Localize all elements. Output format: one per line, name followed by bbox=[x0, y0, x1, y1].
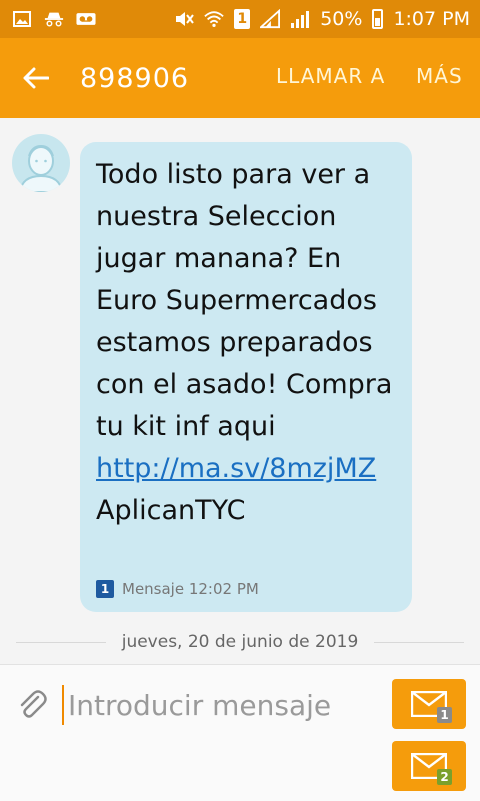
message-text: Todo listo para ver a nuestra Seleccion … bbox=[96, 154, 398, 532]
date-label: jueves, 20 de junio de 2019 bbox=[121, 632, 359, 652]
composer: 1 2 bbox=[0, 664, 480, 801]
message-link[interactable]: http://ma.sv/8mzjMZ bbox=[96, 453, 376, 484]
status-bar: 1 50% 1:07 PM bbox=[0, 0, 480, 38]
contact-avatar[interactable] bbox=[12, 134, 70, 192]
signal-icon bbox=[290, 9, 310, 29]
message-input[interactable] bbox=[68, 683, 378, 727]
message-timestamp: Mensaje 12:02 PM bbox=[122, 580, 259, 598]
divider-line bbox=[374, 641, 464, 643]
date-divider: jueves, 20 de junio de 2019 bbox=[0, 628, 480, 656]
signal-icon bbox=[260, 9, 281, 29]
status-time: 1:07 PM bbox=[393, 8, 470, 30]
text-caret bbox=[62, 685, 64, 725]
attach-icon[interactable] bbox=[16, 689, 48, 721]
sim-number: 1 bbox=[437, 707, 452, 723]
message-body: Todo listo para ver a nuestra Seleccion … bbox=[96, 159, 393, 442]
message-input-wrap[interactable] bbox=[60, 683, 380, 727]
person-icon bbox=[18, 144, 64, 192]
mute-icon bbox=[174, 9, 195, 29]
divider-line bbox=[16, 641, 106, 643]
send-sim2-button[interactable]: 2 bbox=[392, 741, 466, 791]
call-button[interactable]: LLAMAR A bbox=[276, 64, 385, 88]
incognito-icon bbox=[44, 9, 64, 29]
battery-icon bbox=[372, 9, 384, 29]
voicemail-icon bbox=[76, 9, 96, 29]
sim-badge-icon: 1 bbox=[96, 580, 114, 598]
more-button[interactable]: MÁS bbox=[416, 64, 463, 88]
battery-percent: 50% bbox=[320, 8, 363, 30]
message-meta: 1 Mensaje 12:02 PM bbox=[96, 580, 259, 598]
conversation-area[interactable]: Todo listo para ver a nuestra Seleccion … bbox=[0, 118, 480, 664]
message-bubble[interactable]: Todo listo para ver a nuestra Seleccion … bbox=[80, 142, 412, 612]
sim-icon: 1 bbox=[234, 9, 251, 29]
sim-number: 2 bbox=[437, 769, 452, 785]
message-suffix: AplicanTYC bbox=[96, 495, 246, 526]
contact-title: 898906 bbox=[80, 62, 190, 94]
image-icon bbox=[12, 9, 32, 29]
wifi-icon bbox=[204, 9, 224, 29]
back-arrow-icon[interactable] bbox=[16, 58, 56, 98]
send-sim1-button[interactable]: 1 bbox=[392, 679, 466, 729]
app-bar: 898906 LLAMAR A MÁS bbox=[0, 38, 480, 118]
